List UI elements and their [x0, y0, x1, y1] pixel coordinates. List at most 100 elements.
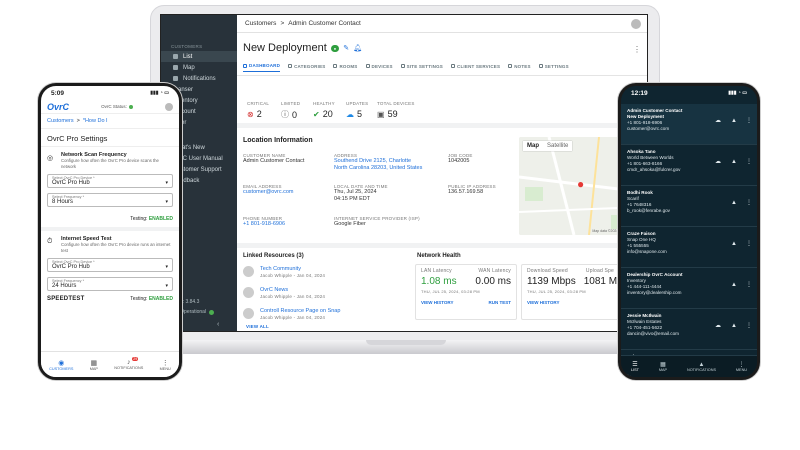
tab-rooms[interactable]: ROOMS — [333, 63, 357, 72]
nav-label: MAP — [89, 366, 98, 371]
avatar[interactable] — [631, 19, 641, 29]
address-link[interactable]: Southend Drive 2125, Charlotte — [334, 158, 422, 165]
stat-total-devices[interactable]: TOTAL DEVICES ▣ 59 — [377, 101, 415, 119]
run-test-button[interactable]: RUN TEST — [489, 300, 512, 305]
sidebar-item-map[interactable]: Map — [161, 62, 237, 73]
phone-link[interactable]: +1 801-918-6906 — [243, 221, 285, 228]
more-icon[interactable]: ⋮ — [746, 241, 752, 247]
tab-label: SETTINGS — [544, 63, 569, 69]
more-icon[interactable]: ⋮ — [746, 159, 752, 165]
tab-site-settings[interactable]: SITE SETTINGS — [400, 63, 443, 72]
stat-healthy[interactable]: HEALTHY ✔ 20 — [313, 101, 335, 119]
map-icon: ▦ — [660, 362, 666, 368]
address-link[interactable]: North Carolina 28203, United States — [334, 165, 422, 172]
stat-limited[interactable]: LIMITED ⓘ 0 — [281, 101, 300, 120]
divider — [237, 243, 647, 248]
sidebar-item-notifications[interactable]: Notifications — [161, 73, 237, 84]
email-link[interactable]: customer@ovrc.com — [243, 189, 294, 196]
nav-customers[interactable]: ◉ CUSTOMERS — [49, 359, 73, 371]
breadcrumb: Customers > Admin Customer Contact — [237, 15, 647, 33]
customers-icon: ◉ — [58, 359, 65, 367]
list-item[interactable]: Craze Faison Snap One HQ +1 555555 info@sna… — [621, 227, 757, 268]
resource-link[interactable]: OvrC News — [260, 287, 325, 294]
field-value: 136.57.169.58 — [448, 189, 484, 195]
list-item[interactable]: Bodhi Rook Scarif +1 7648316 b_rook@fenrabe… — [621, 186, 757, 227]
public-ip-field: PUBLIC IP ADDRESS 136.57.169.58 — [448, 184, 496, 196]
view-history-button[interactable]: VIEW HISTORY — [421, 300, 454, 305]
more-icon[interactable]: ⋮ — [746, 282, 752, 288]
status-label: OvrC Status: — [101, 104, 127, 109]
breadcrumb-current: *How Do I — [82, 118, 108, 124]
frequency-select[interactable]: Select Frequency * 24 Hours ▾ — [47, 277, 173, 291]
gear-icon — [538, 64, 543, 68]
cloud-icon: ☁ — [715, 323, 721, 329]
critical-icon: ⊗ — [247, 109, 254, 119]
more-icon[interactable]: ⋮ — [746, 323, 752, 329]
more-icon[interactable]: ⋮ — [746, 118, 752, 124]
nav-notifications[interactable]: ♪ 29 NOTIFICATIONS — [114, 357, 144, 370]
stat-critical[interactable]: CRITICAL ⊗ 2 — [247, 101, 269, 119]
section-desc: Configure how often the OvrC Pro device … — [61, 158, 159, 169]
tab-dashboard[interactable]: DASHBOARD — [243, 63, 281, 72]
list-item[interactable]: Dealership OvrC Account Inventory +1 444-1… — [621, 268, 757, 309]
more-icon[interactable]: ⋮ — [746, 200, 752, 206]
nav-menu[interactable]: ⋮ MENU — [736, 361, 747, 372]
stat-label: CRITICAL — [247, 101, 270, 106]
field-value: 04:15 PM EDT — [334, 196, 371, 202]
device-select[interactable]: Select OvrC Pro Device * OvrC Pro Hub ▾ — [47, 258, 173, 272]
status-bar: 12:19 ▮▮▮ ◔ ▭ — [621, 86, 757, 100]
status-bar: 5:09 ▮▮▮ ◔ ▭ — [41, 86, 179, 100]
stat-label: HEALTHY — [313, 101, 335, 106]
collapse-icon[interactable]: ‹ — [217, 321, 219, 328]
linked-resource-item[interactable]: Controll Resource Page on Snap Jacob Whip… — [243, 308, 340, 320]
linked-resource-item[interactable]: Tech Community Jacob Whipple - Jan 04, 20… — [243, 266, 325, 278]
resource-meta: Jacob Whipple - Jan 04, 2024 — [260, 315, 326, 320]
list-item[interactable]: Jessie McIlwain McIlwain Estates +1 704-45… — [621, 309, 757, 350]
tab-devices[interactable]: DEVICES — [365, 63, 393, 72]
resource-meta: Jacob Whipple - Jan 04, 2024 — [260, 273, 326, 278]
resource-link[interactable]: Tech Community — [260, 266, 325, 273]
tab-settings[interactable]: SETTINGS — [538, 63, 569, 72]
breadcrumb-customers[interactable]: Customers — [47, 118, 74, 124]
menu-icon: ⋮ — [738, 362, 745, 368]
list-item[interactable]: Admin Customer Contact New Deployment +1 8… — [621, 104, 757, 145]
tab-notes[interactable]: NOTES — [508, 63, 531, 72]
tab-categories[interactable]: CATEGORIES — [288, 63, 325, 72]
select-value: 24 Hours — [52, 283, 77, 289]
field-value: Google Fiber — [334, 221, 366, 227]
bell-icon[interactable]: 🔔︎ — [353, 44, 362, 52]
nav-map[interactable]: ▦ MAP — [90, 359, 98, 371]
chevron-down-icon: ▾ — [165, 264, 168, 270]
timestamp: THU, JUL 25, 2024, 03:28 PM — [421, 289, 480, 294]
nav-map[interactable]: ▦ MAP — [659, 361, 667, 372]
nav-list[interactable]: ☰ LIST — [631, 361, 639, 372]
list-item[interactable]: Ahsoka Tano World Between Worlds +1 801-66… — [621, 145, 757, 186]
sidebar-item-list[interactable]: List — [161, 51, 237, 62]
phone-left: 5:09 ▮▮▮ ◔ ▭ OvrC OvrC Status: Customers … — [38, 83, 182, 380]
item-email: info@snapone.com — [627, 249, 667, 254]
satellite-tab[interactable]: Satellite — [543, 141, 572, 151]
more-icon[interactable]: ⋮ — [633, 45, 641, 54]
frequency-select[interactable]: Select Frequency * 8 Hours ▾ — [47, 193, 173, 207]
edit-icon[interactable]: ✎ — [343, 44, 349, 52]
breadcrumb-customers[interactable]: Customers — [245, 20, 276, 27]
item-email: dancin@vivo@email.com — [627, 331, 679, 336]
location-title: Location Information — [243, 137, 313, 144]
avatar[interactable] — [165, 102, 173, 111]
resource-link[interactable]: Controll Resource Page on Snap — [260, 308, 340, 315]
nav-label: NOTIFICATIONS — [114, 366, 144, 370]
map-tab[interactable]: Map — [523, 141, 543, 151]
view-all-button[interactable]: VIEW ALL — [246, 324, 269, 329]
laptop-notch — [366, 340, 446, 345]
stat-updates[interactable]: UPDATES ☁ 5 — [346, 101, 368, 119]
customer-list: Admin Customer Contact New Deployment +1 8… — [621, 104, 757, 377]
nav-label: MENU — [735, 368, 748, 372]
nav-notifications[interactable]: ▲ NOTIFICATIONS — [687, 362, 716, 372]
tab-client-services[interactable]: CLIENT SERVICES — [451, 63, 500, 72]
device-select[interactable]: Select OvrC Pro Device * OvrC Pro Hub ▾ — [47, 174, 173, 188]
nav-label: NOTIFICATIONS — [686, 367, 716, 372]
linked-resource-item[interactable]: OvrC News Jacob Whipple - Jan 04, 2024 — [243, 287, 325, 299]
healthy-icon: ✔ — [313, 109, 320, 119]
tab-label: NOTES — [514, 63, 531, 69]
nav-menu[interactable]: ⋮ MENU — [160, 359, 171, 371]
